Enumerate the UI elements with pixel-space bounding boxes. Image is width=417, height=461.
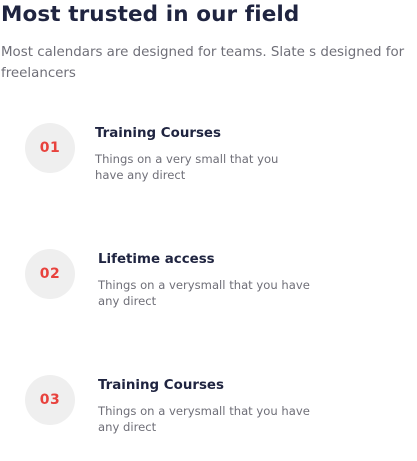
feature-title: Lifetime access — [98, 252, 215, 267]
feature-item: 01 Training Courses Things on a very sma… — [0, 118, 417, 198]
feature-number-badge: 02 — [25, 249, 75, 299]
feature-title: Training Courses — [98, 378, 224, 393]
feature-description: Things on a very small that you have any… — [95, 152, 279, 182]
feature-number-badge: 01 — [25, 123, 75, 173]
feature-title: Training Courses — [95, 126, 221, 141]
section-title: Most trusted in our field — [1, 2, 300, 27]
feature-item: 02 Lifetime access Things on a verysmall… — [0, 244, 417, 324]
feature-item: 03 Training Courses Things on a verysmal… — [0, 370, 417, 450]
feature-number-badge: 03 — [25, 375, 75, 425]
feature-description: Things on a verysmall that you have any … — [98, 404, 310, 434]
section-subtitle: Most calendars are designed for teams. S… — [1, 45, 405, 81]
feature-description: Things on a verysmall that you have any … — [98, 278, 310, 308]
